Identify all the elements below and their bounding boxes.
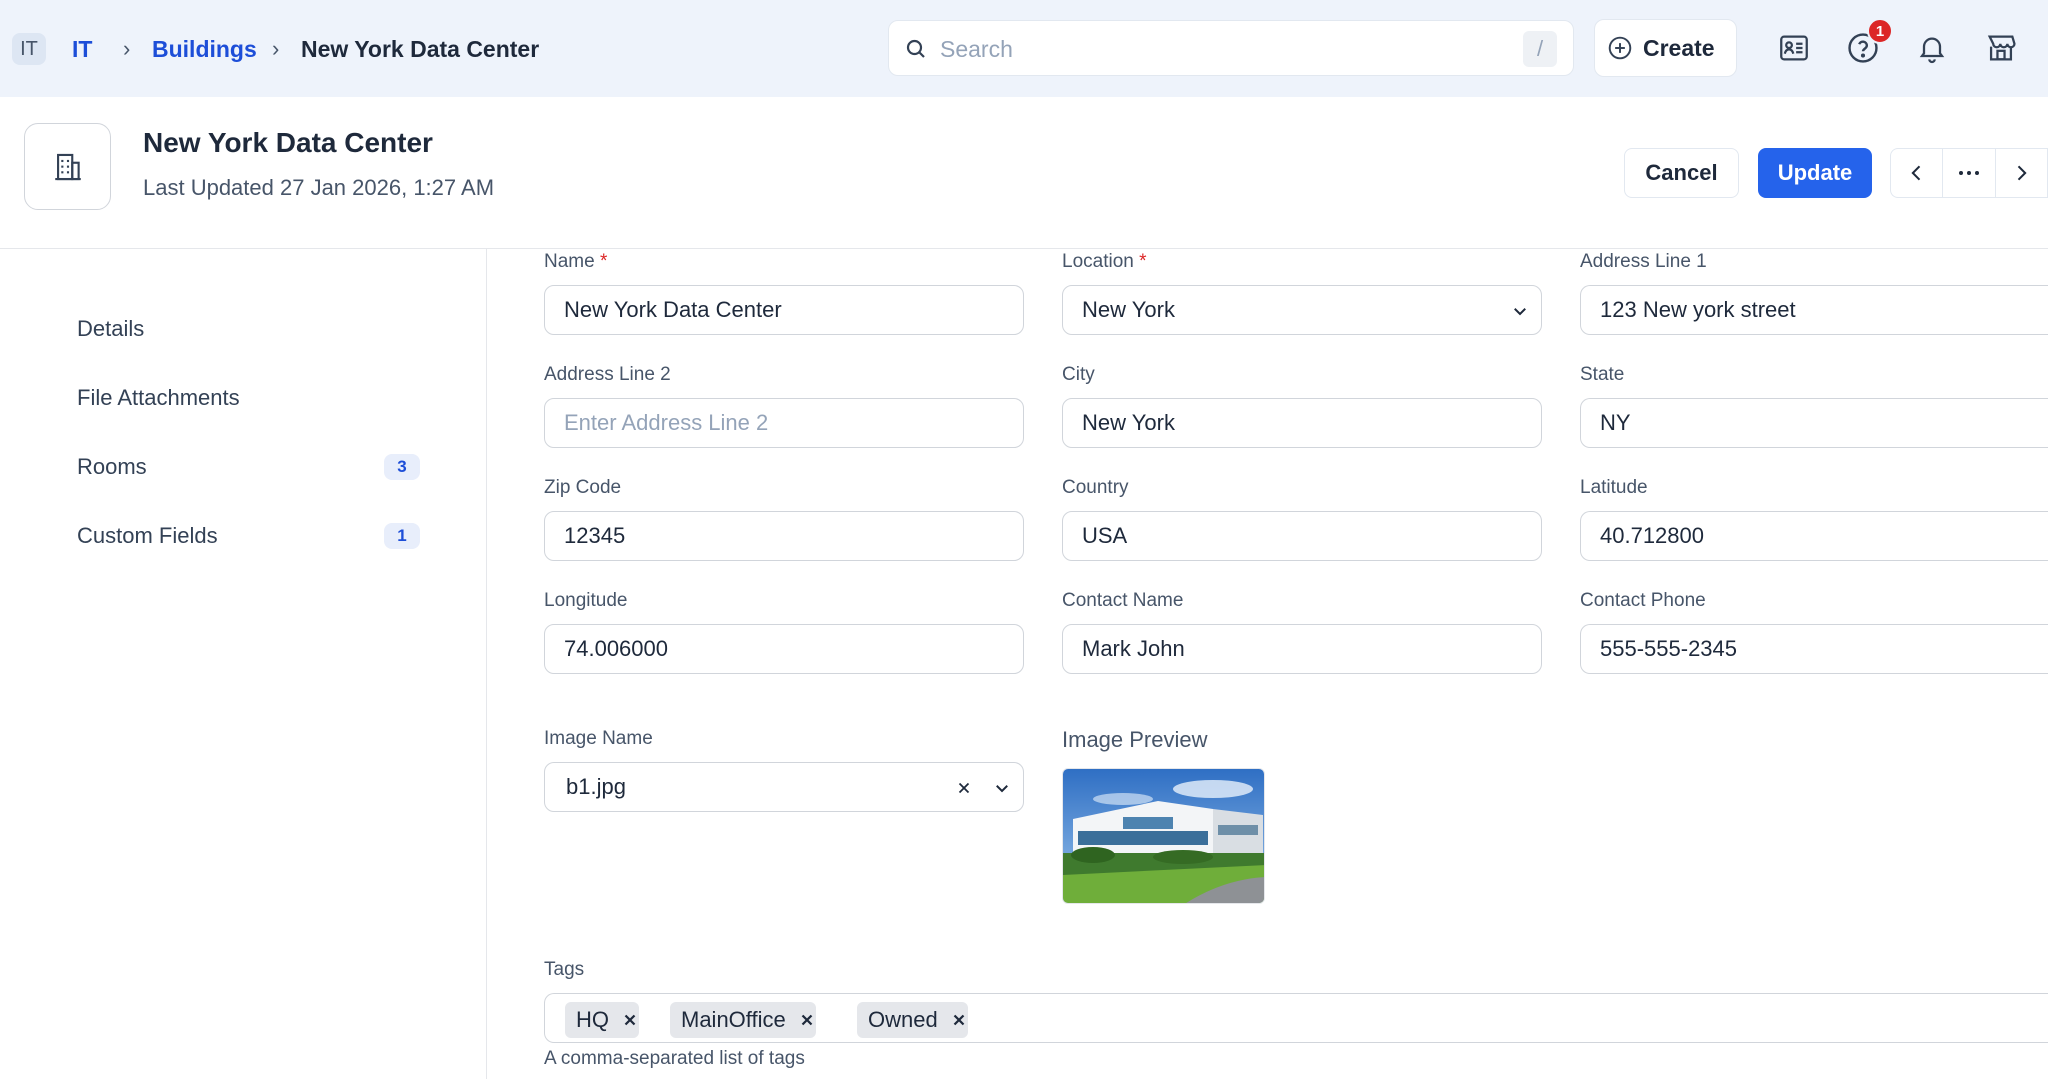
search-input[interactable]: Search / bbox=[888, 20, 1574, 76]
bell-icon[interactable] bbox=[1913, 29, 1951, 67]
zip-code-field[interactable]: 12345 bbox=[544, 511, 1024, 561]
cancel-button[interactable]: Cancel bbox=[1624, 148, 1739, 198]
state-label: State bbox=[1580, 364, 1625, 385]
zip-code-label: Zip Code bbox=[544, 477, 622, 498]
chevron-right-icon: › bbox=[272, 36, 280, 61]
longitude-field[interactable]: 74.006000 bbox=[544, 624, 1024, 674]
breadcrumb-buildings[interactable]: Buildings bbox=[152, 33, 257, 65]
longitude-label: Longitude bbox=[544, 590, 628, 611]
name-label: Name * bbox=[544, 251, 608, 272]
rooms-count-badge: 3 bbox=[384, 454, 420, 480]
city-label: City bbox=[1062, 364, 1095, 385]
tag-chip: Owned bbox=[857, 1002, 968, 1038]
name-field[interactable]: New York Data Center bbox=[544, 285, 1024, 335]
plus-circle-icon bbox=[1608, 36, 1632, 60]
search-shortcut-key: / bbox=[1523, 31, 1557, 67]
tag-chip: HQ bbox=[565, 1002, 639, 1038]
breadcrumb-it[interactable]: IT bbox=[72, 33, 92, 65]
tags-input[interactable]: HQ MainOffice Owned bbox=[544, 993, 2048, 1043]
address-line-2-field[interactable]: Enter Address Line 2 bbox=[544, 398, 1024, 448]
address-line-1-field[interactable]: 123 New york street bbox=[1580, 285, 2048, 335]
custom-fields-count-badge: 1 bbox=[384, 523, 420, 549]
tag-label: MainOffice bbox=[681, 1007, 786, 1032]
sidebar-item-details[interactable]: Details bbox=[77, 314, 144, 344]
last-updated-text: Last Updated 27 Jan 2026, 1:27 AM bbox=[143, 175, 495, 200]
contact-phone-label: Contact Phone bbox=[1580, 590, 1706, 611]
top-bar: IT IT › Buildings › New York Data Center… bbox=[0, 0, 2048, 97]
notification-count-badge: 1 bbox=[1867, 18, 1893, 44]
location-select[interactable]: New York bbox=[1062, 285, 1542, 335]
chevron-right-icon: › bbox=[123, 36, 131, 61]
chevron-down-icon bbox=[1514, 308, 1526, 316]
workspace-badge[interactable]: IT bbox=[12, 33, 46, 65]
contacts-icon[interactable] bbox=[1775, 29, 1813, 67]
tag-chip: MainOffice bbox=[670, 1002, 816, 1038]
image-name-label: Image Name bbox=[544, 728, 653, 749]
country-field[interactable]: USA bbox=[1062, 511, 1542, 561]
remove-tag-icon[interactable] bbox=[950, 1011, 968, 1029]
city-field[interactable]: New York bbox=[1062, 398, 1542, 448]
store-icon[interactable] bbox=[1982, 29, 2020, 67]
sidebar-item-file-attachments[interactable]: File Attachments bbox=[77, 383, 240, 413]
sidebar-item-custom-fields[interactable]: Custom Fields bbox=[77, 521, 218, 551]
create-button[interactable]: Create bbox=[1594, 19, 1737, 77]
page-title: New York Data Center bbox=[143, 127, 433, 158]
search-placeholder: Search bbox=[940, 36, 1013, 62]
location-value: New York bbox=[1082, 297, 1175, 322]
sidebar-item-rooms[interactable]: Rooms bbox=[77, 452, 147, 482]
address-line-1-label: Address Line 1 bbox=[1580, 251, 1707, 272]
tag-label: Owned bbox=[868, 1007, 938, 1032]
tags-label: Tags bbox=[544, 959, 585, 980]
breadcrumb-current: New York Data Center bbox=[301, 36, 540, 62]
location-label: Location * bbox=[1062, 251, 1147, 272]
record-header: New York Data Center Last Updated 27 Jan… bbox=[0, 97, 2048, 249]
building-image-preview[interactable] bbox=[1062, 768, 1265, 904]
clear-icon[interactable] bbox=[955, 779, 973, 797]
chevron-down-icon[interactable] bbox=[993, 779, 1011, 797]
latitude-field[interactable]: 40.712800 bbox=[1580, 511, 2048, 561]
update-button[interactable]: Update bbox=[1758, 148, 1872, 198]
record-pager bbox=[1890, 148, 2048, 198]
create-label: Create bbox=[1643, 34, 1715, 61]
building-photo bbox=[1063, 769, 1264, 903]
tags-help-text: A comma-separated list of tags bbox=[544, 1048, 805, 1069]
image-preview-label: Image Preview bbox=[1062, 727, 1208, 752]
section-sidebar: Details File Attachments Rooms 3 Custom … bbox=[0, 249, 487, 1079]
previous-record-button[interactable] bbox=[1891, 149, 1944, 197]
tag-label: HQ bbox=[576, 1007, 609, 1032]
image-name-value: b1.jpg bbox=[566, 774, 626, 799]
building-icon bbox=[54, 153, 81, 180]
address-line-2-label: Address Line 2 bbox=[544, 364, 671, 385]
next-record-button[interactable] bbox=[1996, 149, 2048, 197]
contact-name-label: Contact Name bbox=[1062, 590, 1184, 611]
building-avatar bbox=[24, 123, 111, 210]
more-horizontal-icon bbox=[1958, 171, 1979, 175]
latitude-label: Latitude bbox=[1580, 477, 1648, 498]
chevron-right-icon bbox=[2018, 165, 2027, 181]
contact-name-field[interactable]: Mark John bbox=[1062, 624, 1542, 674]
contact-phone-field[interactable]: 555-555-2345 bbox=[1580, 624, 2048, 674]
more-actions-button[interactable] bbox=[1943, 149, 1996, 197]
remove-tag-icon[interactable] bbox=[798, 1011, 816, 1029]
image-name-select[interactable]: b1.jpg bbox=[544, 762, 1024, 812]
search-icon bbox=[906, 39, 925, 58]
chevron-left-icon bbox=[1911, 165, 1920, 181]
remove-tag-icon[interactable] bbox=[621, 1011, 639, 1029]
state-field[interactable]: NY bbox=[1580, 398, 2048, 448]
country-label: Country bbox=[1062, 477, 1129, 498]
